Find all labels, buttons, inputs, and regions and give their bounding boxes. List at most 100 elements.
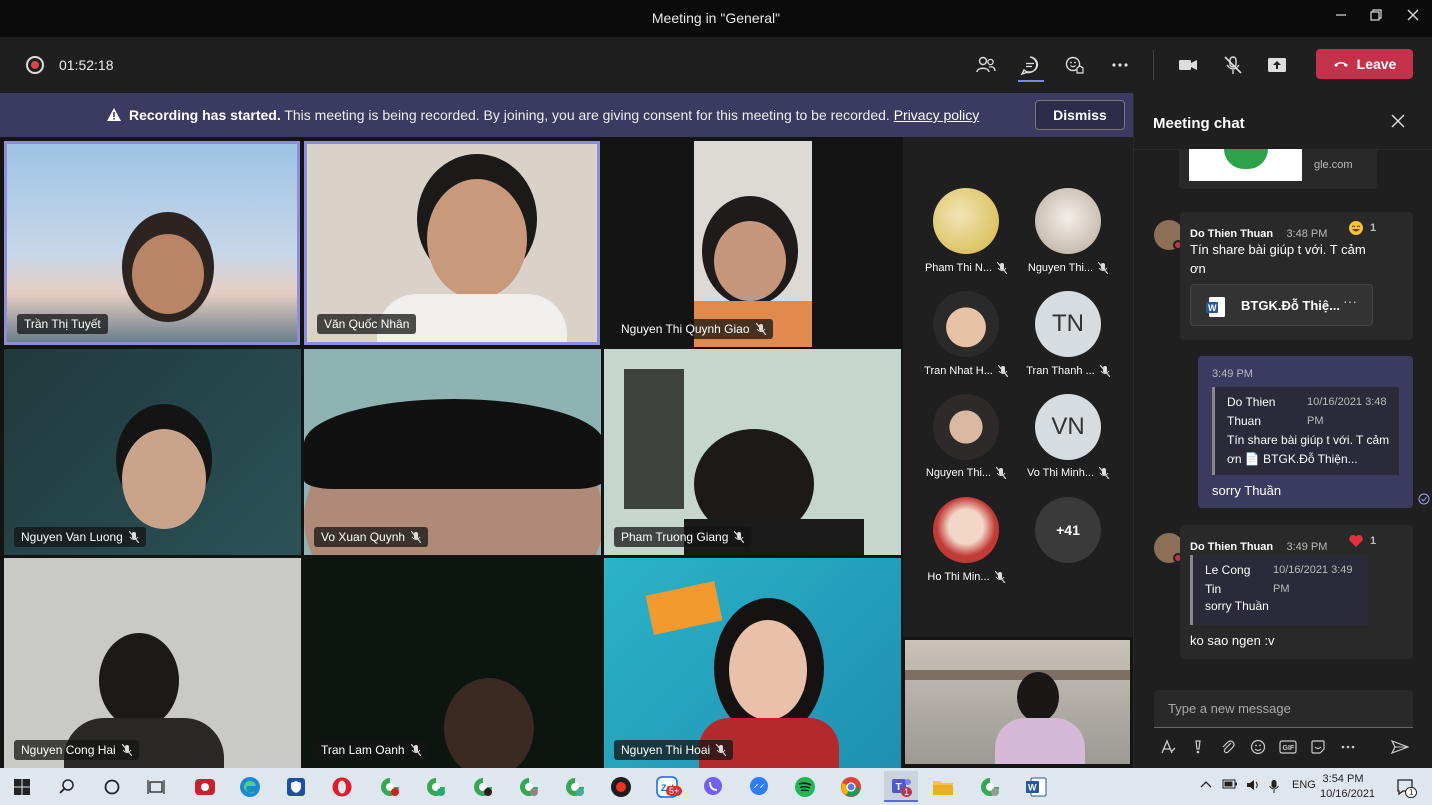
participant-avatar[interactable] <box>1035 188 1101 254</box>
tray-chevron-icon[interactable] <box>1200 779 1212 792</box>
quoted-message[interactable]: Do Thien Thuan 10/16/2021 3:48 PM Tín sh… <box>1212 387 1399 475</box>
leave-label: Leave <box>1356 56 1397 72</box>
mic-off-icon <box>997 365 1008 377</box>
video-tile[interactable]: Vo Xuan Quynh <box>304 349 601 555</box>
file-explorer-icon[interactable] <box>930 774 956 800</box>
video-tile[interactable]: Nguyen Thi Quynh Giao <box>604 141 901 347</box>
spotify-icon[interactable] <box>792 774 818 800</box>
sticker-icon[interactable] <box>1308 737 1328 757</box>
phone-hangup-icon <box>1333 62 1348 67</box>
chrome-icon[interactable] <box>838 774 864 800</box>
microphone-icon[interactable] <box>1268 779 1280 796</box>
minimize-icon[interactable] <box>1329 6 1353 30</box>
browser-profile-icon[interactable] <box>977 774 1003 800</box>
mic-muted-icon[interactable] <box>1219 51 1247 79</box>
opera-icon[interactable] <box>329 774 355 800</box>
game-app-icon[interactable] <box>608 774 634 800</box>
input-language[interactable]: ENG <box>1292 779 1316 791</box>
more-actions-icon[interactable] <box>1106 51 1134 79</box>
roster-participant[interactable]: Nguyen Thi... <box>916 467 1016 479</box>
speaker-icon[interactable] <box>1246 779 1260 794</box>
participant-avatar[interactable] <box>933 188 999 254</box>
participant-name-tag: Nguyen Thi Quynh Giao <box>614 319 773 339</box>
message-reaction[interactable]: 1 <box>1348 533 1376 549</box>
video-tile[interactable]: Văn Quốc Nhân <box>304 141 600 345</box>
message-input[interactable] <box>1154 690 1413 727</box>
chat-message-own[interactable]: 3:49 PM Do Thien Thuan 10/16/2021 3:48 P… <box>1198 356 1413 508</box>
clock-date: 10/16/2021 <box>1320 788 1376 800</box>
message-time: 3:49 PM <box>1286 541 1328 553</box>
video-tile[interactable]: Nguyen Cong Hai <box>4 558 301 768</box>
leave-button[interactable]: Leave <box>1316 49 1413 79</box>
priority-icon[interactable] <box>1188 737 1208 757</box>
reactions-icon[interactable] <box>1061 51 1089 79</box>
video-tile[interactable]: Nguyen Thi Hoai <box>604 558 901 768</box>
quoted-message[interactable]: Le Cong Tin 10/16/2021 3:49 PM sorry Thu… <box>1190 555 1368 625</box>
close-chat-icon[interactable] <box>1391 112 1405 133</box>
participants-icon[interactable] <box>972 51 1000 79</box>
edge-icon[interactable] <box>237 774 263 800</box>
roster-participant[interactable]: Tran Nhat H... <box>916 365 1016 377</box>
chat-message[interactable]: Do Thien Thuan 3:48 PM 1 Tín share bài g… <box>1180 212 1413 340</box>
participant-name-tag: Pham Truong Giang <box>614 527 752 547</box>
emoji-icon[interactable] <box>1248 737 1268 757</box>
video-tile[interactable]: Tran Lam Oanh <box>304 558 601 768</box>
dismiss-button[interactable]: Dismiss <box>1035 100 1125 130</box>
share-screen-icon[interactable] <box>1263 51 1291 79</box>
privacy-policy-link[interactable]: Privacy policy <box>894 107 980 123</box>
participant-avatar[interactable] <box>933 394 999 460</box>
viber-icon[interactable] <box>700 774 726 800</box>
format-icon[interactable] <box>1158 737 1178 757</box>
video-tile[interactable]: Pham Truong Giang <box>604 349 901 555</box>
participant-avatar[interactable] <box>933 291 999 357</box>
security-icon[interactable] <box>283 774 309 800</box>
video-tile[interactable]: Nguyen Van Luong <box>4 349 301 555</box>
attachment-more-icon[interactable]: ··· <box>1343 293 1357 309</box>
video-tile[interactable]: Trần Thị Tuyết <box>4 141 300 345</box>
restore-icon[interactable] <box>1364 6 1388 30</box>
mic-off-icon <box>121 744 132 756</box>
heart-icon <box>1349 535 1363 547</box>
participant-avatar[interactable]: TN <box>1035 291 1101 357</box>
close-icon[interactable] <box>1401 6 1425 30</box>
recorder-app-icon[interactable] <box>192 774 218 800</box>
messenger-icon[interactable] <box>746 774 772 800</box>
svg-text:GIF: GIF <box>1283 745 1295 752</box>
browser-profile-icon[interactable] <box>562 774 588 800</box>
participant-avatar[interactable] <box>933 497 999 563</box>
system-clock[interactable]: 3:54 PM 10/16/2021 <box>1320 772 1376 802</box>
battery-icon[interactable] <box>1222 779 1238 792</box>
roster-participant[interactable]: Pham Thi N... <box>916 262 1016 274</box>
file-attachment[interactable]: W BTGK.Đỗ Thiệ... ··· <box>1190 284 1373 326</box>
roster-participant[interactable]: Tran Thanh ... <box>1018 365 1118 377</box>
participant-avatar[interactable]: VN <box>1035 394 1101 460</box>
camera-icon[interactable] <box>1174 51 1202 79</box>
chat-icon[interactable] <box>1016 51 1044 82</box>
notifications-icon[interactable]: 1 <box>1392 774 1418 800</box>
zalo-icon[interactable]: Zalo 5+ <box>654 774 683 800</box>
browser-profile-icon[interactable] <box>470 774 496 800</box>
more-participants-button[interactable]: +41 <box>1035 497 1101 563</box>
task-view-icon[interactable] <box>143 774 169 800</box>
browser-profile-icon[interactable] <box>516 774 542 800</box>
teams-icon[interactable]: T 1 <box>884 771 918 802</box>
chat-message[interactable]: Do Thien Thuan 3:49 PM 1 Le Cong Tin 10/… <box>1180 525 1413 659</box>
more-options-icon[interactable] <box>1338 737 1358 757</box>
browser-profile-icon[interactable] <box>423 774 449 800</box>
attachment-name: BTGK.Đỗ Thiệ... <box>1241 298 1340 313</box>
roster-participant[interactable]: Ho Thi Min... <box>916 571 1016 583</box>
browser-profile-icon[interactable] <box>377 774 403 800</box>
message-reaction[interactable]: 1 <box>1348 220 1376 236</box>
word-icon[interactable]: W <box>1023 774 1049 800</box>
attach-icon[interactable] <box>1218 737 1238 757</box>
search-icon[interactable] <box>54 774 80 800</box>
roster-participant[interactable]: Nguyen Thi... <box>1018 262 1118 274</box>
cortana-icon[interactable] <box>99 774 125 800</box>
compose-box[interactable] <box>1154 690 1413 728</box>
roster-participant[interactable]: Vo Thi Minh... <box>1018 467 1118 479</box>
windows-start-icon[interactable] <box>9 774 35 800</box>
send-icon[interactable] <box>1390 737 1410 757</box>
gif-icon[interactable]: GIF <box>1278 737 1298 757</box>
self-view-tile[interactable] <box>905 640 1130 764</box>
link-preview-card[interactable]: gle.com <box>1179 149 1377 189</box>
